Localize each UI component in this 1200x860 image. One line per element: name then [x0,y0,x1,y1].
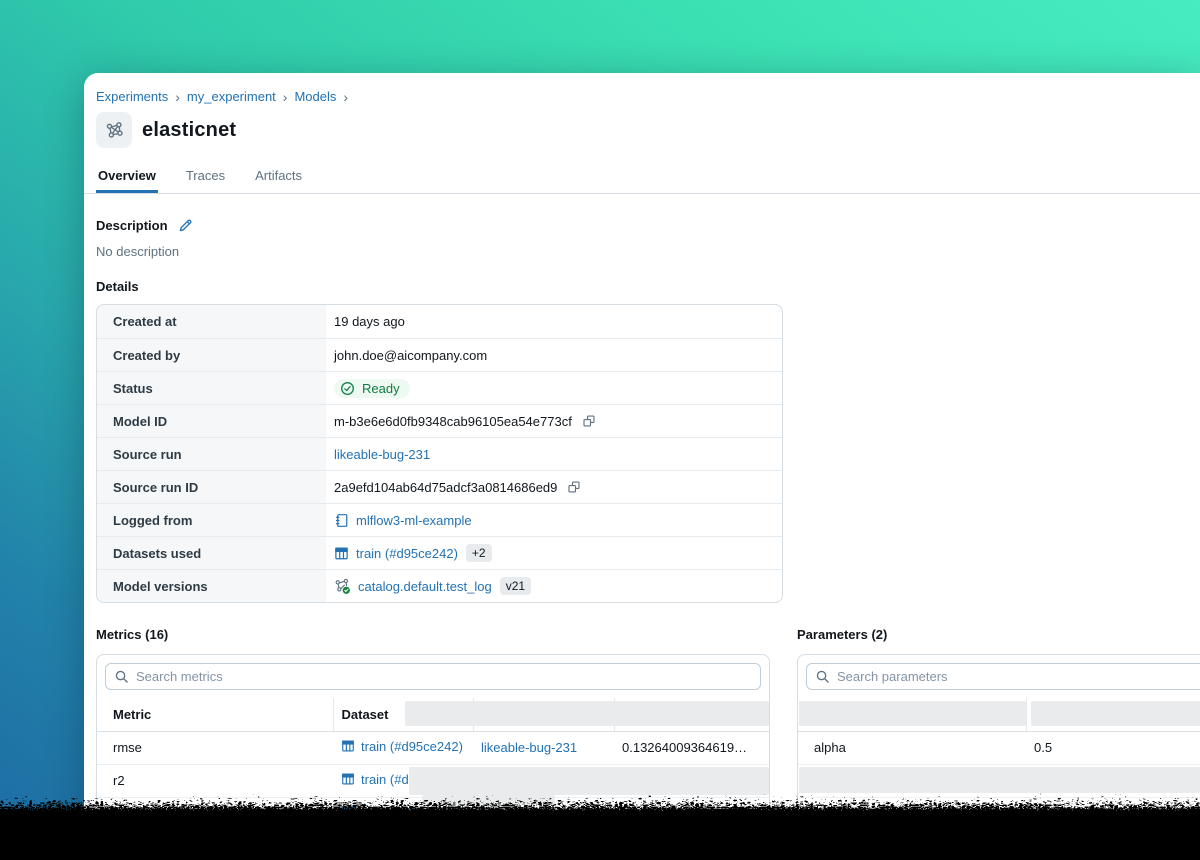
model-version-icon [335,578,350,594]
source-run-link[interactable]: likeable-bug-231 [334,447,430,462]
detail-row-status: Status Ready [97,371,782,404]
metric-dataset-link[interactable]: train (#d95ce242) [341,805,463,820]
loading-skeleton-bar [799,767,1200,793]
metric-dataset-link[interactable]: train (#d95ce242) [341,739,463,754]
more-datasets-badge[interactable]: +2 [465,544,492,562]
notebook-icon [335,513,348,527]
model-icon [96,112,132,148]
tab-artifacts[interactable]: Artifacts [253,168,304,193]
metric-value: 0.13264009364619… [614,731,769,765]
detail-label: Model versions [97,570,326,602]
copy-icon [568,481,580,493]
parameters-panel: alpha 0.5 [797,654,1200,860]
model-version-link-text: catalog.default.test_log [358,578,492,594]
metric-source-run-link[interactable]: likeable-bug-231 [481,806,577,821]
search-metrics-input[interactable] [136,669,752,684]
copy-model-id-button[interactable] [580,412,598,430]
dataset-link[interactable]: train (#d95ce242) [334,546,458,561]
chevron-right-icon: › [343,88,349,105]
source-run-id-value: 2a9efd104ab64d75adcf3a0814686ed9 [334,479,558,495]
detail-label: Created at [97,305,326,338]
parameter-row-alpha: alpha 0.5 [798,731,1200,765]
detail-label: Status [97,372,326,404]
detail-label: Source run ID [97,471,326,503]
details-heading: Details [96,279,139,294]
detail-row-model-versions: Model versions catalog.default.test_log … [97,569,782,602]
status-badge: Ready [334,378,410,398]
table-grid-icon [342,773,354,785]
copy-source-run-id-button[interactable] [565,478,583,496]
metric-name: r2 [97,764,333,798]
created-by-value: john.doe@aicompany.com [334,347,488,363]
detail-row-created-at: Created at 19 days ago [97,305,782,338]
parameter-value: 0.5 [1026,731,1200,765]
description-heading: Description [96,218,168,233]
page-title: elasticnet [142,118,237,141]
metrics-panel: Metric Dataset rmse trai [96,654,770,860]
logged-from-text: mlflow3-ml-example [356,512,472,528]
loading-skeleton-bar [405,701,769,726]
check-circle-icon [341,381,354,395]
copy-icon [583,415,595,427]
breadcrumb: Experiments › my_experiment › Models › [84,73,1200,104]
model-id-value: m-b3e6e6d0fb9348cab96105ea54e773cf [334,413,572,429]
chevron-right-icon: › [282,88,288,105]
loading-skeleton-bar [799,701,1026,726]
logged-from-link[interactable]: mlflow3-ml-example [334,513,472,528]
search-icon [816,670,829,683]
bottom-black-band [0,834,1200,860]
table-grid-icon [335,547,348,559]
detail-label: Source run [97,438,326,470]
detail-row-model-id: Model ID m-b3e6e6d0fb9348cab96105ea54e77… [97,404,782,437]
search-parameters-input[interactable] [837,669,1200,684]
metric-source-run-link[interactable]: likeable-bug-231 [481,740,577,755]
tab-bar: Overview Traces Artifacts [84,148,1200,194]
detail-row-logged-from: Logged from mlflow3-ml-example [97,503,782,536]
status-text: Ready [362,380,400,396]
pencil-icon [179,219,192,232]
detail-label: Datasets used [97,537,326,569]
metric-value: 0.32091582760376… [614,797,769,831]
chevron-right-icon: › [175,88,180,105]
model-version-link[interactable]: catalog.default.test_log [334,578,492,595]
table-grid-icon [342,806,354,818]
detail-label: Logged from [97,504,326,536]
metric-row-rmse: rmse train (#d95ce242) likeable-bug-231 … [97,731,769,765]
title-bar: elasticnet [84,104,1200,148]
loading-skeleton-bar [422,795,555,805]
edit-description-button[interactable] [176,216,195,235]
loading-skeleton-bar [409,767,769,795]
detail-row-datasets-used: Datasets used train (#d95ce242) +2 [97,536,782,569]
metric-dataset-text: train (#d95ce242) [361,804,463,820]
detail-row-source-run: Source run likeable-bug-231 [97,437,782,470]
metrics-searchbox [105,663,761,690]
loading-skeleton-bar [1031,701,1200,726]
detail-row-created-by: Created by john.doe@aicompany.com [97,338,782,371]
breadcrumb-experiments[interactable]: Experiments [96,89,168,104]
dataset-link-text: train (#d95ce242) [356,545,458,561]
model-page-window: Experiments › my_experiment › Models › e… [84,73,1200,860]
metric-dataset-text: train (#d95ce242) [361,738,463,754]
details-table: Created at 19 days ago Created by john.d… [96,304,783,603]
metrics-parameters-section: Metrics (16) Metric Dataset [96,627,1200,860]
metric-name: mae [97,797,333,831]
parameter-name: alpha [798,731,1026,765]
tab-overview[interactable]: Overview [96,168,158,193]
detail-label: Created by [97,339,326,371]
detail-row-source-run-id: Source run ID 2a9efd104ab64d75adcf3a0814… [97,470,782,503]
metrics-heading: Metrics (16) [96,627,169,642]
parameters-heading: Parameters (2) [797,627,888,642]
breadcrumb-models[interactable]: Models [294,89,336,104]
description-empty-text: No description [96,244,180,259]
breadcrumb-my-experiment[interactable]: my_experiment [187,89,276,104]
detail-label: Model ID [97,405,326,437]
created-at-value: 19 days ago [334,314,405,329]
tab-traces[interactable]: Traces [184,168,227,193]
search-icon [115,670,128,683]
version-badge: v21 [499,577,532,595]
table-grid-icon [342,740,354,752]
metric-name: rmse [97,731,333,765]
metric-column-header: Metric [97,698,333,732]
parameters-searchbox [806,663,1200,690]
